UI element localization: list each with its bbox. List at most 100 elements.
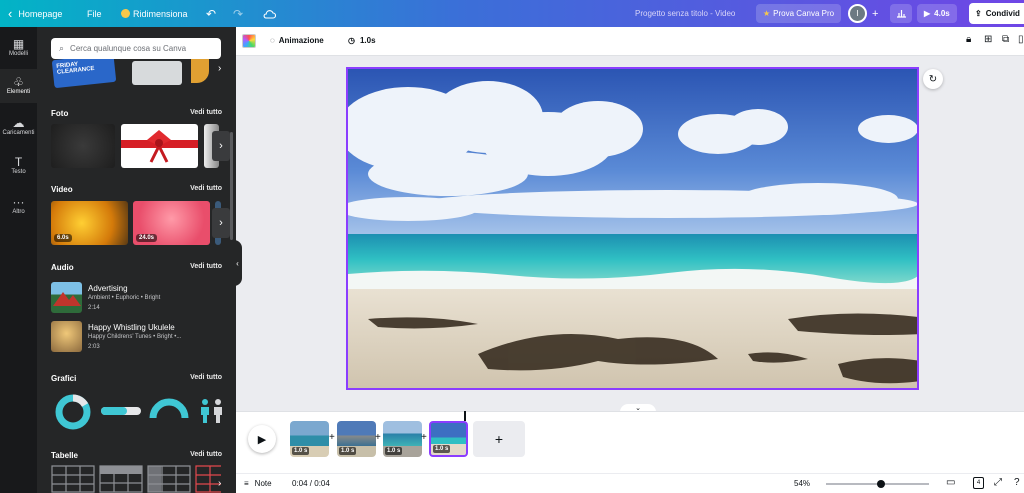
timeline-clip-selected[interactable]: 1.0 s [429, 421, 468, 457]
home-link[interactable]: Homepage [18, 9, 62, 19]
playhead[interactable] [464, 411, 466, 421]
rail-item-more[interactable]: ··· Altro [0, 195, 37, 215]
photos-next-button[interactable]: › [212, 131, 230, 161]
help-icon[interactable]: ? [1014, 477, 1020, 488]
timeline-clip[interactable]: 1.0 s [290, 421, 329, 457]
elements-icon: ♧ [13, 75, 24, 89]
add-transition-icon[interactable]: + [329, 432, 335, 443]
progress-bar-icon[interactable] [101, 407, 141, 419]
avatar[interactable]: I [848, 4, 867, 23]
zoom-level[interactable]: 54% [794, 479, 810, 488]
gauge-chart-icon[interactable] [149, 396, 189, 422]
audio-track-tags: Happy Childrens' Tunes • Bright •... [88, 334, 182, 340]
clip-duration: 1.0 s [433, 445, 451, 453]
video-thumb[interactable]: 6.0s [51, 201, 128, 245]
page-count[interactable]: 4 [973, 477, 984, 489]
rail-label: Altro [12, 209, 25, 215]
play-button[interactable]: ▶ [248, 425, 276, 453]
clip-duration: 1.0 s [292, 447, 310, 455]
duration-label: 1.0s [359, 36, 376, 45]
rail-item-uploads[interactable]: ☁ Caricamenti [0, 116, 37, 136]
audio-track-title[interactable]: Happy Whistling Ukulele [88, 323, 175, 332]
search-input[interactable]: ⌕ Cerca qualunque cosa su Canva [51, 38, 221, 59]
try-pro-button[interactable]: ★ Prova Canva Pro [756, 4, 842, 23]
sticker-shape[interactable] [191, 57, 209, 83]
notes-button[interactable]: ≡ Note [244, 479, 272, 488]
table-thumb[interactable] [147, 465, 191, 493]
beach-photo [348, 69, 917, 388]
fullscreen-icon[interactable]: ⤢ [994, 477, 1002, 488]
resize-label: Ridimensiona [133, 8, 188, 19]
charts-see-all[interactable]: Vedi tutto [190, 374, 222, 381]
chevron-left-icon: ‹ [8, 6, 13, 21]
timeline-clip[interactable]: 1.0 s [383, 421, 422, 457]
videos-see-all[interactable]: Vedi tutto [190, 185, 222, 192]
video-thumb[interactable]: 24.0s [133, 201, 210, 245]
file-menu[interactable]: File [87, 0, 102, 27]
bottom-bar: ≡ Note 0:04 / 0:04 54% ▭ 4 ⤢ ? [236, 474, 1024, 493]
clock-icon: ◷ [348, 36, 355, 45]
share-button[interactable]: ⇪ Condivid [969, 3, 1024, 24]
videos-next-button[interactable]: › [212, 208, 230, 238]
sticker-illustration[interactable] [132, 61, 182, 85]
upload-icon: ☁ [12, 116, 25, 130]
undo-icon[interactable]: ↶ [206, 0, 216, 27]
add-page-button[interactable]: + [473, 421, 525, 457]
duration-button[interactable]: ◷ 1.0s [348, 36, 376, 45]
timeline-clip[interactable]: 1.0 s [337, 421, 376, 457]
project-title[interactable]: Progetto senza titolo - Video [635, 0, 735, 27]
rail-item-text[interactable]: T Testo [0, 155, 37, 175]
donut-chart-icon[interactable] [54, 393, 92, 433]
table-thumb[interactable] [99, 465, 143, 493]
table-thumb[interactable] [51, 465, 95, 493]
elements-panel: FRIDAY CLEARANCE › Foto Vedi tutto › Vid… [37, 27, 236, 493]
rail-label: Modelli [8, 51, 28, 57]
resize-button[interactable]: Ridimensiona [121, 0, 188, 27]
playback-time: 0:04 / 0:04 [292, 479, 330, 488]
notes-label: Note [254, 479, 272, 488]
cloud-sync-icon[interactable] [263, 0, 276, 27]
photos-see-all[interactable]: Vedi tutto [190, 109, 222, 116]
audio-track-duration: 2:14 [88, 305, 100, 311]
add-page-icon[interactable]: ⊞ [984, 34, 992, 45]
color-picker-icon[interactable] [242, 34, 256, 48]
rail-item-elements[interactable]: ♧ Elementi [0, 69, 37, 103]
text-icon: T [14, 155, 23, 169]
audio-see-all[interactable]: Vedi tutto [190, 263, 222, 270]
beach-video-frame[interactable] [346, 67, 919, 390]
tables-see-all[interactable]: Vedi tutto [190, 451, 222, 458]
delete-icon[interactable]: ▯ [1018, 34, 1024, 45]
chevron-right-icon[interactable]: › [218, 478, 221, 489]
audio-cover[interactable] [51, 282, 82, 313]
duplicate-icon[interactable]: ⧉ [1002, 34, 1009, 45]
lock-icon[interactable]: 🔒︎ [966, 34, 971, 45]
people-chart-icon[interactable] [198, 399, 226, 425]
photo-thumb[interactable] [121, 124, 198, 168]
charts-title: Grafici [51, 374, 77, 383]
regenerate-icon[interactable]: ↻ [923, 69, 943, 89]
video-duration: 6.0s [54, 234, 72, 242]
animation-button[interactable]: ◌ Animazione [270, 36, 324, 45]
add-collaborator-icon[interactable]: + [872, 0, 878, 27]
animation-icon: ◌ [270, 36, 275, 45]
photo-thumb[interactable] [51, 124, 115, 168]
chevron-right-icon[interactable]: › [218, 63, 221, 74]
play-preview-button[interactable]: ▶ 4.0s [917, 4, 957, 23]
editor-toolbar: ◌ Animazione ◷ 1.0s 🔒︎ ⊞ ⧉ ▯ [236, 27, 1024, 56]
back-button[interactable]: ‹ Homepage [8, 0, 62, 27]
zoom-slider-thumb[interactable] [877, 480, 886, 488]
panel-scrollbar[interactable] [230, 132, 233, 240]
audio-cover[interactable] [51, 321, 82, 352]
page-view-icon[interactable]: ▭ [946, 477, 955, 488]
audio-track-title[interactable]: Advertising [88, 284, 128, 293]
insights-icon[interactable] [890, 4, 912, 23]
video-duration: 24.0s [136, 234, 158, 242]
redo-icon[interactable]: ↷ [233, 0, 243, 27]
share-label: Condivid [985, 9, 1020, 18]
add-transition-icon[interactable]: + [375, 432, 381, 443]
add-transition-icon[interactable]: + [421, 432, 427, 443]
rail-item-templates[interactable]: ▦ Modelli [0, 37, 37, 57]
share-icon: ⇪ [975, 9, 982, 18]
star-icon: ★ [763, 9, 771, 18]
collapse-panel-handle[interactable]: ‹ [233, 240, 242, 286]
